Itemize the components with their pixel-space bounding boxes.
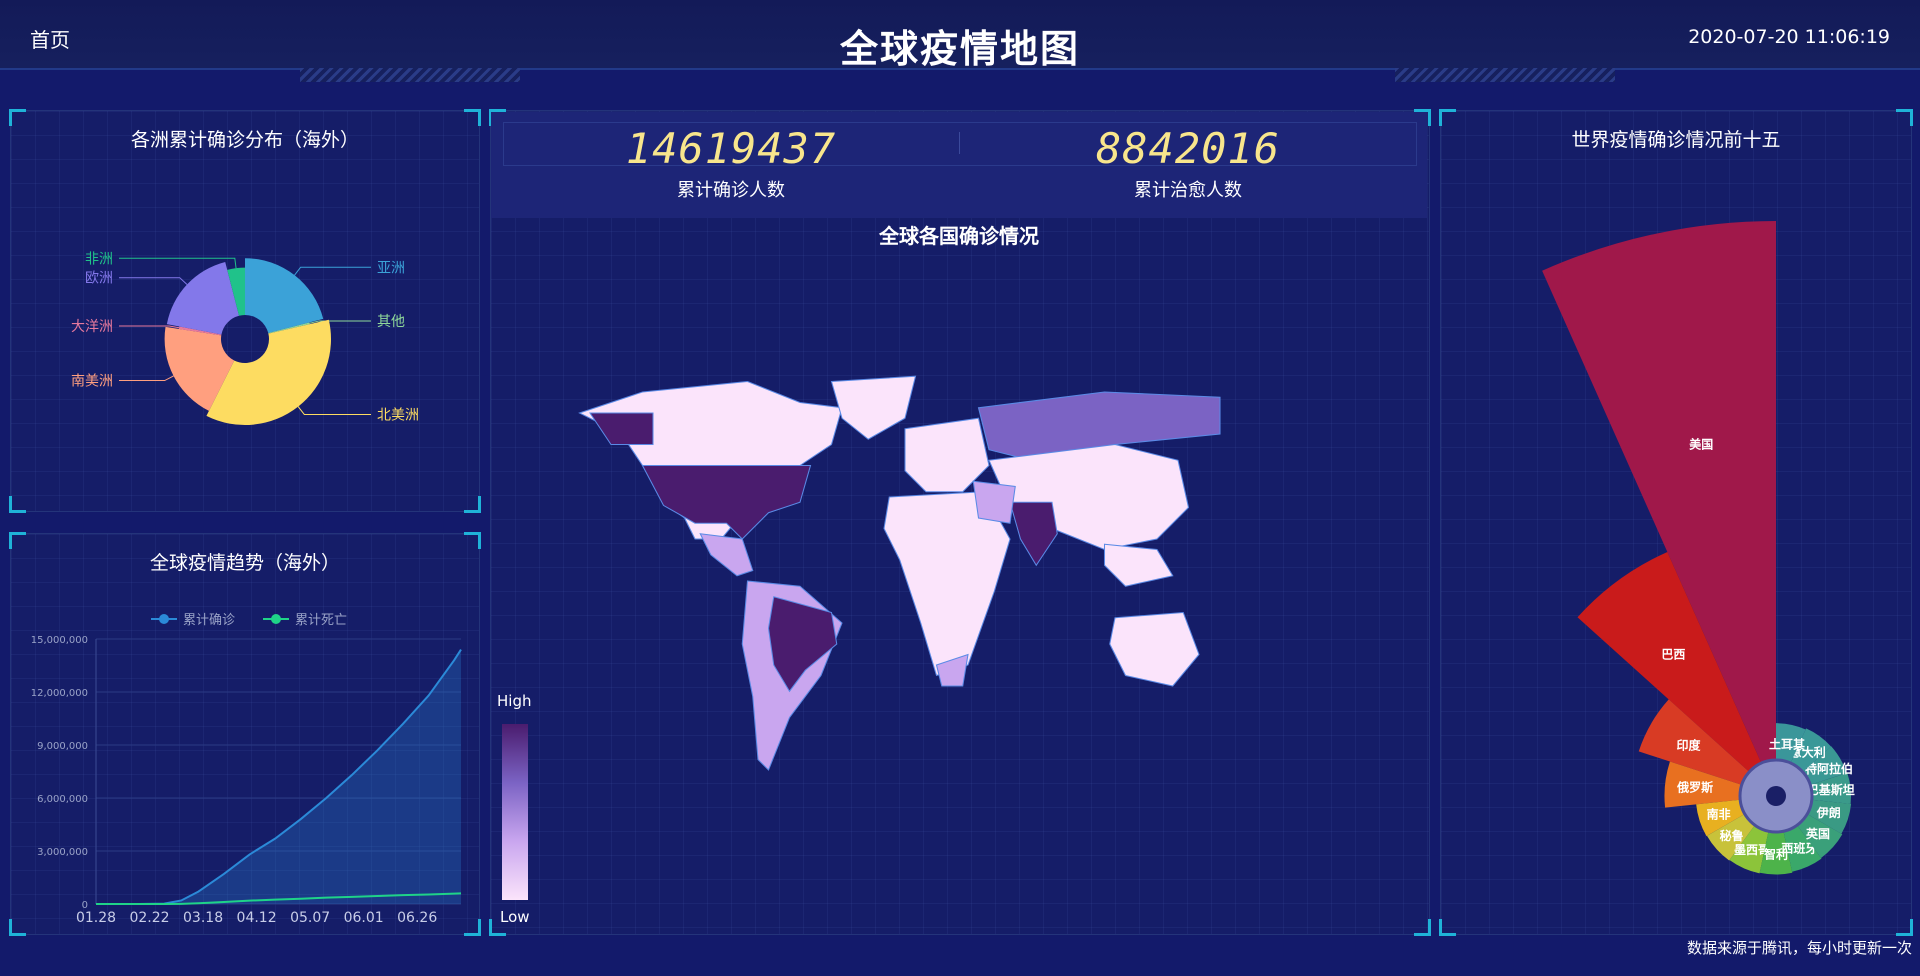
pie-label: 非洲: [85, 251, 113, 267]
pie-label: 其他: [377, 314, 405, 330]
top15-rose-panel: 世界疫情确诊情况前十五 美国 巴西 印度 俄罗斯 南非 秘鲁 墨西哥 智利 西班牙 英国 伊朗 巴基斯…: [1439, 109, 1913, 936]
trend-line-chart: 累计确诊 累计死亡03,000,0006,000,0009,000,00012,0…: [31, 613, 462, 926]
pie-label-line: [294, 266, 371, 276]
continent-pie-panel: 各洲累计确诊分布（海外） 亚洲其他北美洲 南美洲 大洋洲 欧洲 非洲: [9, 109, 481, 513]
recovered-label: 累计治愈人数: [1134, 180, 1242, 201]
map-region-india: [1009, 501, 1058, 567]
x-tick-label: 04.12: [237, 910, 277, 926]
pie-slice: [245, 258, 324, 334]
pie-label: 北美洲: [377, 407, 419, 423]
pie-chart-title: 各洲累计确诊分布（海外）: [130, 129, 359, 151]
visual-map-high-label: High: [497, 692, 531, 710]
datetime-display: 2020-07-20 11:06:19: [1688, 26, 1890, 48]
y-tick-label: 12,000,000: [31, 688, 88, 699]
series-area: [96, 649, 461, 904]
pie-label-line: [119, 277, 188, 285]
legend-label: 累计死亡: [295, 613, 347, 628]
continent-pie-chart: 亚洲其他北美洲 南美洲 大洋洲 欧洲 非洲: [71, 251, 419, 425]
counter-divider: [959, 132, 960, 154]
rose-label: 俄罗斯: [1676, 780, 1713, 795]
y-tick-label: 9,000,000: [37, 741, 88, 752]
y-tick-label: 15,000,000: [31, 635, 88, 646]
rose-label: 印度: [1677, 737, 1702, 752]
x-tick-label: 06.26: [397, 910, 437, 926]
top15-rose-chart: 美国巴西印度俄罗斯南非秘鲁墨西哥智利西班牙英国伊朗巴基斯坦沙特阿拉伯意大利土耳其: [1542, 221, 1855, 875]
legend-marker: [271, 614, 281, 624]
corner-decoration: [464, 532, 481, 549]
x-tick-label: 02.22: [129, 910, 169, 926]
header-stripe-left: [300, 68, 520, 82]
x-tick-label: 06.01: [344, 910, 384, 926]
data-source-note: 数据来源于腾讯，每小时更新一次: [1686, 939, 1912, 957]
trend-line-panel: 全球疫情趋势（海外） 累计确诊 累计死亡 0 3,000,000 6,000,000 9,…: [9, 532, 481, 936]
x-tick-label: 01.28: [76, 910, 116, 926]
y-tick-label: 3,000,000: [37, 847, 88, 858]
map-region-middleeast: [972, 480, 1016, 524]
counter-strip: 14619437 累计确诊人数 8842016 累计治愈人数: [491, 112, 1427, 218]
legend-marker: [159, 614, 169, 624]
corner-decoration: [9, 109, 26, 126]
pie-label: 南美洲: [71, 374, 113, 390]
x-tick-label: 05.07: [290, 910, 330, 926]
x-tick-label: 03.18: [183, 910, 223, 926]
rose-label: 南非: [1707, 807, 1731, 822]
corner-decoration: [464, 109, 481, 126]
corner-decoration: [1439, 109, 1456, 126]
y-tick-label: 6,000,000: [37, 794, 88, 805]
rose-label: 巴西: [1661, 648, 1685, 662]
pie-label-line: [297, 406, 371, 415]
pie-label-line: [119, 375, 174, 382]
map-region-greenland: [830, 375, 917, 440]
page-title: 全球疫情地图: [839, 27, 1080, 71]
confirmed-label: 累计确诊人数: [677, 180, 785, 201]
rose-label: 英国: [1806, 826, 1830, 841]
map-region-seasia: [1103, 543, 1174, 587]
rose-label: 美国: [1689, 436, 1713, 451]
recovered-count: 8842016: [1095, 124, 1280, 173]
map-region-alaska: [589, 412, 654, 446]
legend-label: 累计确诊: [183, 613, 235, 628]
rose-chart-title: 世界疫情确诊情况前十五: [1571, 129, 1781, 151]
rose-label: 伊朗: [1816, 805, 1841, 820]
pie-label: 欧洲: [85, 271, 113, 287]
world-map[interactable]: High Low: [490, 232, 1428, 932]
map-region-europe: [904, 417, 990, 493]
header-stripe-right: [1395, 68, 1615, 82]
visual-map-low-label: Low: [500, 908, 530, 926]
corner-decoration: [9, 532, 26, 549]
line-chart-title: 全球疫情趋势（海外）: [149, 552, 340, 574]
map-region-centralamerica: [699, 533, 754, 577]
header-bar: 首页 全球疫情地图 2020-07-20 11:06:19: [0, 0, 1920, 71]
map-region-australia: [1109, 611, 1200, 687]
rose-label: 秘鲁: [1720, 828, 1744, 843]
rose-label: 巴基斯坦: [1807, 782, 1855, 797]
confirmed-count: 14619437: [625, 124, 837, 173]
rose-hub-center: [1766, 786, 1786, 806]
pie-label: 大洋洲: [71, 319, 113, 335]
corner-decoration: [1896, 109, 1913, 126]
pie-label: 亚洲: [377, 260, 405, 276]
rose-label: 土耳其: [1769, 736, 1805, 751]
pie-label-line: [119, 325, 180, 329]
visual-map-bar: [502, 724, 528, 900]
